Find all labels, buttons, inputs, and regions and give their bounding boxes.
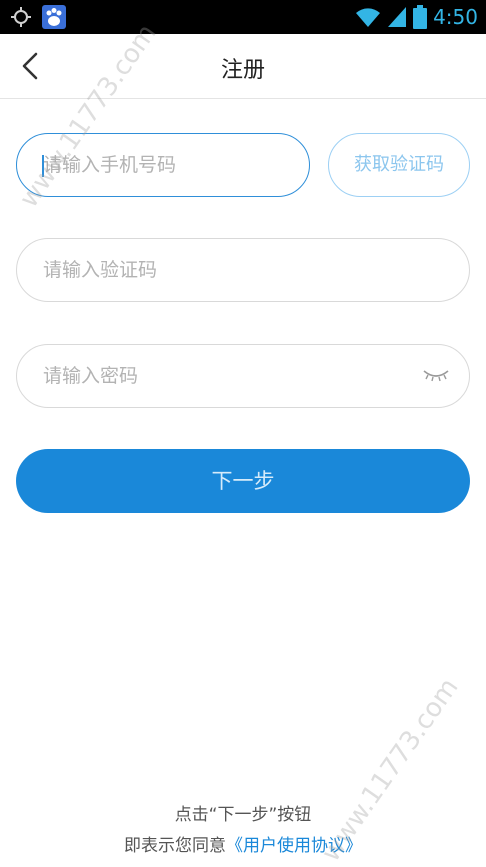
- signal-icon: [388, 7, 407, 27]
- next-step-button[interactable]: 下一步: [16, 449, 470, 513]
- status-time: 4:50: [433, 5, 478, 29]
- user-agreement-link[interactable]: 《用户使用协议》: [226, 836, 362, 856]
- wifi-icon: [356, 8, 381, 27]
- get-code-button[interactable]: 获取验证码: [328, 133, 470, 197]
- phone-input[interactable]: [16, 133, 310, 197]
- agreement-prefix: 即表示您同意: [124, 836, 226, 856]
- password-input[interactable]: [16, 344, 470, 408]
- verification-code-input[interactable]: [16, 238, 470, 302]
- battery-icon: [413, 5, 428, 29]
- agreement-line: 即表示您同意《用户使用协议》: [0, 831, 486, 856]
- baidu-app-icon: [42, 5, 66, 29]
- status-bar: 4:50: [0, 0, 486, 34]
- eye-closed-icon[interactable]: [422, 366, 450, 386]
- nav-header: 注册: [0, 34, 486, 99]
- agreement-notice: 点击“下一步”按钮: [174, 805, 312, 825]
- text-cursor: [42, 155, 44, 177]
- page-title: 注册: [220, 58, 265, 83]
- gps-icon: [11, 7, 31, 27]
